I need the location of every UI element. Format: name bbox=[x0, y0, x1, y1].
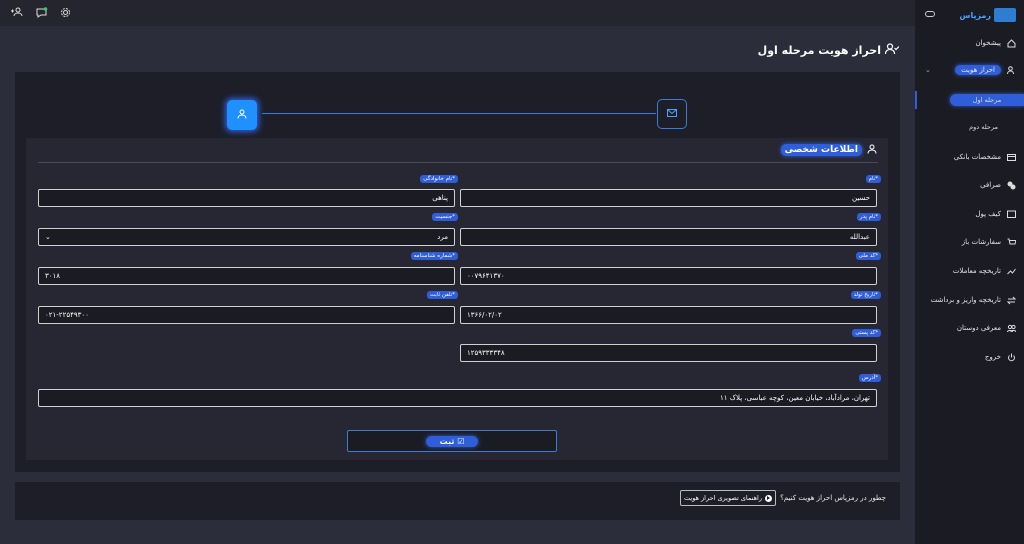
transfer-icon bbox=[1007, 296, 1016, 305]
video-guide-label: راهنمای تصویری احراز هویت bbox=[684, 494, 762, 502]
postal-code-field[interactable]: ۱۲۵۹۳۳۳۳۴۸ bbox=[460, 344, 877, 362]
user-check-icon bbox=[884, 43, 900, 58]
step-personal-info[interactable] bbox=[227, 100, 257, 130]
play-icon bbox=[764, 494, 772, 502]
submit-button-label: ثبت ☑ bbox=[425, 435, 479, 447]
card-icon bbox=[1007, 153, 1016, 162]
user-add-icon[interactable] bbox=[10, 5, 24, 19]
sidebar-item-exchange[interactable]: صرافی bbox=[915, 176, 1024, 194]
national-code-label: کد ملی* bbox=[855, 252, 881, 260]
father-name-label: نام پدر* bbox=[856, 213, 881, 221]
sidebar-item-label: احراز هویت bbox=[955, 65, 1001, 75]
sidebar-item-label: کیف پول bbox=[975, 210, 1001, 218]
postal-code-label: کد پستی* bbox=[852, 329, 881, 337]
section-title: اطلاعات شخصی bbox=[780, 142, 877, 158]
chat-icon[interactable] bbox=[35, 5, 49, 19]
sidebar-item-bank-info[interactable]: مشخصات بانکی bbox=[915, 148, 1024, 166]
chevron-down-icon: ⌄ bbox=[45, 233, 51, 241]
top-bar bbox=[0, 0, 915, 26]
sidebar-item-label: پیشخوان bbox=[975, 39, 1001, 47]
sidebar-item-wallet[interactable]: کیف پول bbox=[915, 205, 1024, 223]
sidebar-item-trade-history[interactable]: تاریخچه معاملات bbox=[915, 262, 1024, 280]
step-contact-info[interactable] bbox=[657, 99, 687, 129]
sidebar-item-deposit-history[interactable]: تاریخچه واریز و برداشت bbox=[915, 291, 1024, 309]
logo-mark-icon bbox=[994, 8, 1016, 22]
help-question: چطور در رمزپاس احراز هویت کنیم؟ bbox=[780, 494, 886, 502]
sidebar-item-label: مشخصات بانکی bbox=[953, 153, 1001, 161]
stepper-line bbox=[262, 113, 656, 114]
sidebar-subitem-label: مرحله دوم bbox=[969, 123, 998, 131]
wallet-icon bbox=[1007, 210, 1016, 219]
video-guide-button[interactable]: راهنمای تصویری احراز هویت bbox=[680, 490, 776, 506]
chart-icon bbox=[1007, 267, 1016, 276]
settings-icon[interactable] bbox=[58, 5, 72, 19]
sidebar-item-referral[interactable]: معرفی دوستان bbox=[915, 319, 1024, 337]
logo-text: رمزپاس bbox=[959, 10, 991, 20]
home-icon bbox=[1007, 38, 1016, 48]
sidebar-subitem-step-two[interactable]: مرحله دوم bbox=[915, 118, 1024, 136]
sidebar-subitem-label: مرحله اول bbox=[950, 94, 1024, 106]
sidebar-item-label: تاریخچه واریز و برداشت bbox=[930, 296, 1001, 304]
gender-select-value: مرد bbox=[437, 233, 448, 241]
first-name-label: نام* bbox=[865, 175, 881, 183]
section-divider bbox=[38, 162, 878, 163]
chevron-down-icon: ⌄ bbox=[925, 66, 931, 74]
logo[interactable]: رمزپاس bbox=[944, 6, 1016, 24]
users-icon bbox=[1007, 324, 1016, 333]
birth-date-field[interactable]: ۱۳۶۶/۰۲/۰۲ bbox=[460, 306, 877, 324]
phone-label: تلفن ثابت* bbox=[427, 291, 458, 299]
father-name-field[interactable]: عبدالله bbox=[460, 228, 877, 246]
sidebar-item-verification[interactable]: ⌄ احراز هویت bbox=[915, 61, 1024, 79]
submit-button[interactable]: ثبت ☑ bbox=[347, 430, 557, 452]
submit-label-text: ثبت bbox=[439, 436, 455, 446]
check-square-icon: ☑ bbox=[457, 436, 465, 446]
birth-date-label: تاریخ تولد* bbox=[850, 291, 881, 299]
sidebar-item-label: صرافی bbox=[980, 181, 1001, 189]
sidebar-item-dashboard[interactable]: پیشخوان bbox=[915, 34, 1024, 52]
exchange-icon bbox=[1007, 181, 1016, 190]
page-title-text: احراز هویت مرحله اول bbox=[757, 44, 881, 57]
user-icon bbox=[237, 109, 247, 121]
page-title: احراز هویت مرحله اول bbox=[757, 43, 900, 58]
id-number-label: شماره شناسنامه* bbox=[410, 252, 458, 260]
sidebar-item-label: معرفی دوستان bbox=[956, 324, 1001, 332]
sidebar-item-label: سفارشات باز bbox=[961, 238, 1001, 246]
sidebar: رمزپاس پیشخوان ⌄ احراز هویت مرحله اول مر… bbox=[915, 0, 1024, 544]
address-field[interactable]: تهران، مرادآباد، خیابان معین، کوچه عباسی… bbox=[38, 389, 877, 407]
phone-field[interactable]: ۰۲۱-۲۲۵۴۹۳۰۰ bbox=[38, 306, 455, 324]
user-check-icon bbox=[1007, 65, 1016, 75]
sidebar-item-logout[interactable]: خروج bbox=[915, 348, 1024, 366]
sidebar-item-open-orders[interactable]: سفارشات باز bbox=[915, 233, 1024, 251]
sidebar-item-label: تاریخچه معاملات bbox=[952, 267, 1001, 275]
power-icon bbox=[1007, 353, 1016, 362]
address-label: آدرس* bbox=[858, 374, 881, 382]
sidebar-item-label: خروج bbox=[984, 353, 1001, 361]
gender-label: جنسیت* bbox=[432, 213, 458, 221]
national-code-field[interactable]: ۰۰۷۹۶۴۱۳۷۰ bbox=[460, 267, 877, 285]
first-name-field[interactable]: حسین bbox=[460, 189, 877, 207]
last-name-label: نام خانوادگی* bbox=[420, 175, 458, 183]
cart-icon bbox=[1007, 238, 1016, 247]
id-number-field[interactable]: ۳۰۱۸ bbox=[38, 267, 455, 285]
form-panel bbox=[26, 138, 888, 460]
sidebar-toggle-icon[interactable] bbox=[925, 11, 935, 17]
section-title-text: اطلاعات شخصی bbox=[780, 144, 862, 156]
sidebar-subitem-step-one[interactable]: مرحله اول bbox=[915, 91, 1024, 109]
last-name-field[interactable]: پناهی bbox=[38, 189, 455, 207]
gender-select[interactable]: ⌄ مرد bbox=[38, 228, 455, 246]
mail-icon bbox=[667, 109, 677, 119]
user-icon bbox=[867, 144, 877, 157]
